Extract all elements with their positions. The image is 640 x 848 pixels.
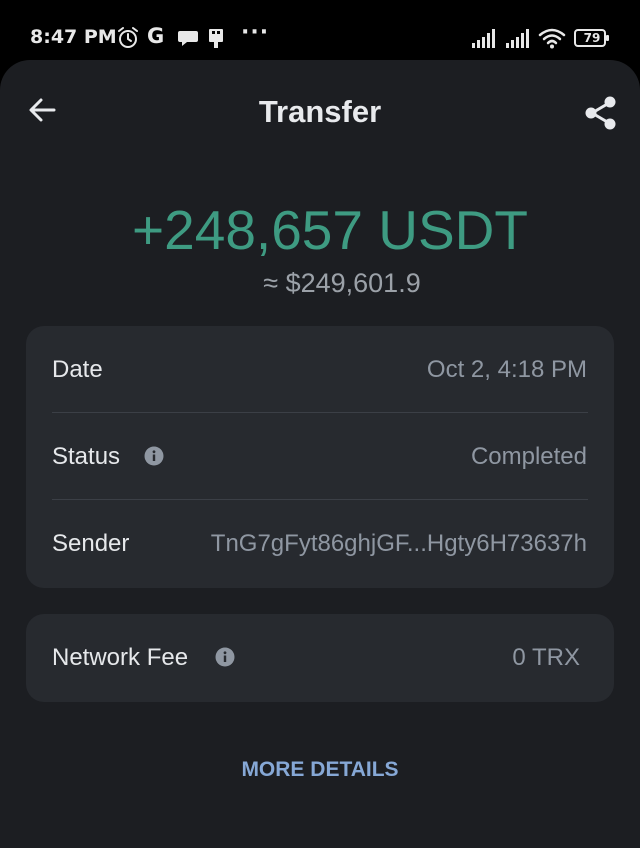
sender-label: Sender [52, 530, 130, 557]
detail-row-status: Status Completed [26, 413, 614, 499]
alarm-icon [118, 27, 138, 48]
network-fee-card: Network Fee 0 TRX [26, 614, 614, 702]
status-value: Completed [470, 443, 587, 470]
detail-row-date: Date Oct 2, 4:18 PM [26, 326, 614, 412]
more-details-button[interactable]: MORE DETAILS [0, 758, 640, 782]
network-fee-label: Network Fee [52, 644, 189, 671]
network-fee-value: 0 TRX [512, 644, 580, 671]
status-time: 8:47 PM [30, 26, 117, 48]
detail-row-sender[interactable]: Sender TnG7gFyt86ghjGF...Hgty6H73637h [26, 500, 614, 586]
details-card: Date Oct 2, 4:18 PM Status Completed Sen… [26, 326, 614, 588]
status-info-icon[interactable] [144, 446, 164, 466]
share-icon [585, 96, 616, 130]
transfer-amount: +248,657 USDT [132, 199, 528, 261]
status-bar: 8:47 PM G ··· 79 [0, 0, 640, 60]
fiat-value: ≈ $249,601.9 [263, 268, 421, 298]
sender-address[interactable]: TnG7gFyt86ghjGF...Hgty6H73637h [211, 530, 587, 558]
signal-icon [472, 29, 495, 48]
date-label: Date [52, 356, 103, 383]
transfer-screen: Transfer +248,657 USDT ≈ $249,601.9 Date… [0, 60, 640, 848]
google-icon: G [147, 24, 165, 48]
signal-icon [506, 29, 529, 48]
wifi-icon [538, 28, 566, 49]
share-button[interactable] [582, 94, 620, 132]
page-title: Transfer [258, 94, 382, 129]
status-label: Status [52, 443, 121, 470]
more-dots-icon: ··· [241, 20, 270, 45]
chat-bubble-icon [178, 31, 198, 46]
date-value: Oct 2, 4:18 PM [426, 356, 587, 383]
fee-info-icon[interactable] [215, 647, 235, 667]
usb-icon [209, 29, 223, 48]
battery-level: 79 [583, 31, 601, 45]
